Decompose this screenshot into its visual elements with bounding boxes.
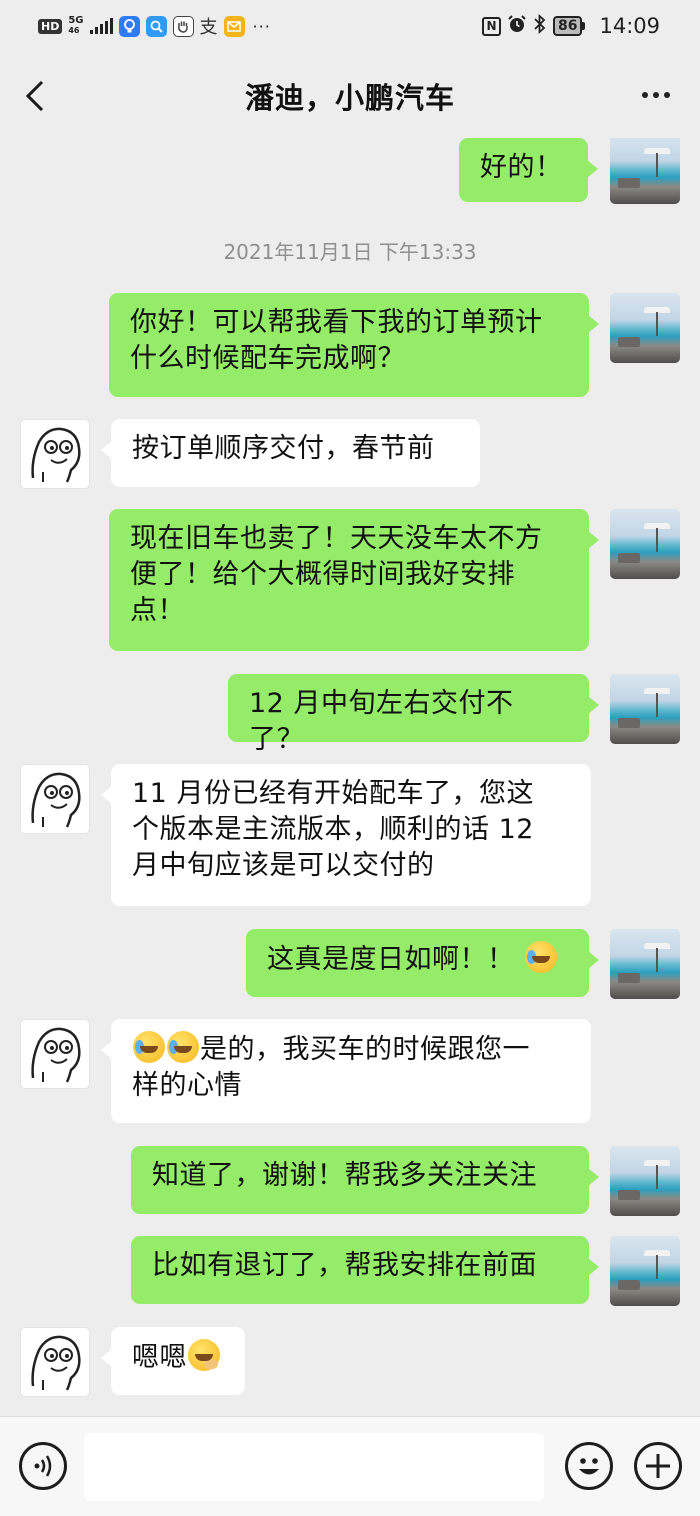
- message-bubble-incoming[interactable]: 嗯嗯: [101, 1327, 245, 1395]
- grin-emoji-icon: [188, 1339, 220, 1371]
- message-bubble-incoming[interactable]: 11 月份已经有开始配车了，您这 个版本是主流版本，顺利的话 12 月中旬应该是…: [101, 764, 591, 906]
- status-bar-left: HD 5G 46 支 ···: [38, 13, 271, 39]
- plus-icon: [646, 1454, 670, 1478]
- message-input[interactable]: [84, 1433, 544, 1501]
- status-bar-right: N 86 14:09: [481, 13, 660, 38]
- dot-icon: [642, 92, 648, 98]
- more-options-button[interactable]: [642, 92, 670, 98]
- message-bubble-incoming[interactable]: 按订单顺序交付，春节前: [101, 419, 480, 487]
- signal-strength-icon: [89, 18, 113, 34]
- chat-title: 潘迪，小鹏汽车: [244, 81, 455, 115]
- crying-face-icon: [167, 1031, 199, 1063]
- voice-icon: [34, 1455, 52, 1477]
- message-text: 月中旬应该是可以交付的: [132, 850, 435, 881]
- message-bubble-incoming[interactable]: 是的，我买车的时候跟您一 样的心情: [101, 1019, 591, 1123]
- message-text: 嗯嗯: [132, 1342, 187, 1373]
- alarm-icon: [507, 14, 527, 38]
- chevron-left-icon: [25, 80, 44, 112]
- cartoon-face-icon: [31, 427, 81, 483]
- battery-icon: 86: [552, 16, 586, 36]
- dot-icon: [664, 92, 670, 98]
- my-avatar[interactable]: [610, 293, 680, 363]
- message-text: 便了！给个大概得时间我好安排: [130, 559, 515, 590]
- network-type: 5G 46: [68, 15, 84, 36]
- message-text: 你好！可以帮我看下我的订单预计: [130, 307, 543, 338]
- message-text: 样的心情: [132, 1070, 242, 1101]
- nfc-icon: N: [481, 16, 501, 36]
- emoji-button[interactable]: [565, 1442, 613, 1490]
- cartoon-face-icon: [31, 1335, 81, 1391]
- crying-face-icon: [133, 1031, 165, 1063]
- contact-avatar[interactable]: [20, 1019, 90, 1089]
- voice-input-button[interactable]: [19, 1442, 67, 1490]
- my-avatar[interactable]: [610, 929, 680, 999]
- crying-face-icon: [524, 941, 557, 973]
- message-text: 什么时候配车完成啊？: [130, 343, 405, 374]
- bulb-icon: [118, 15, 140, 37]
- contact-avatar[interactable]: [20, 419, 90, 489]
- battery-level: 86: [552, 16, 583, 36]
- message-bubble-outgoing[interactable]: 比如有退订了，帮我安排在前面: [131, 1236, 599, 1304]
- cartoon-face-icon: [31, 772, 81, 828]
- message-text: 好的！: [480, 152, 563, 183]
- message-text: 12 月中旬左右交付不了？: [249, 688, 514, 755]
- message-bubble-outgoing[interactable]: 知道了，谢谢！帮我多关注关注: [131, 1146, 599, 1214]
- message-text: 是的，我买车的时候跟您一: [200, 1034, 530, 1065]
- message-text: 知道了，谢谢！帮我多关注关注: [152, 1160, 537, 1191]
- bluetooth-icon: [533, 13, 547, 38]
- contact-avatar[interactable]: [20, 1327, 90, 1397]
- message-text: 个版本是主流版本，顺利的话 12: [132, 814, 534, 845]
- back-button[interactable]: [20, 78, 50, 114]
- message-text: 点！: [130, 595, 185, 626]
- message-list[interactable]: 好的！ 2021年11月1日 下午13:33 你好！可以帮我看下我的订单预计 什…: [0, 138, 700, 1416]
- alipay-icon: 支: [199, 17, 218, 38]
- message-text: 11 月份已经有开始配车了，您这: [132, 778, 534, 809]
- my-avatar[interactable]: [610, 138, 680, 204]
- cartoon-face-icon: [31, 1027, 81, 1083]
- mail-icon: [223, 15, 245, 37]
- message-bubble-outgoing[interactable]: 12 月中旬左右交付不了？: [228, 674, 599, 755]
- hand-icon: [172, 15, 194, 37]
- contact-avatar[interactable]: [20, 764, 90, 834]
- chat-header: 潘迪，小鹏汽车: [0, 52, 700, 138]
- message-text: 现在旧车也卖了！天天没车太不方: [130, 523, 543, 554]
- my-avatar[interactable]: [610, 674, 680, 744]
- message-bubble-outgoing[interactable]: 你好！可以帮我看下我的订单预计 什么时候配车完成啊？: [109, 293, 599, 397]
- input-bar: [0, 1416, 700, 1516]
- my-avatar[interactable]: [610, 509, 680, 579]
- message-bubble-outgoing[interactable]: 好的！: [459, 138, 598, 202]
- more-functions-button[interactable]: [634, 1442, 682, 1490]
- clock: 14:09: [599, 14, 660, 38]
- message-text: 这真是度日如啊！！: [267, 944, 515, 975]
- smiley-icon: [579, 1458, 599, 1475]
- dot-icon: [653, 92, 659, 98]
- status-bar: HD 5G 46 支 ··· N 86 14:09: [0, 0, 700, 52]
- search-app-icon: [145, 15, 167, 37]
- timestamp: 2021年11月1日 下午13:33: [223, 240, 477, 264]
- my-avatar[interactable]: [610, 1146, 680, 1216]
- message-bubble-outgoing[interactable]: 现在旧车也卖了！天天没车太不方 便了！给个大概得时间我好安排 点！: [109, 509, 599, 651]
- message-text: 比如有退订了，帮我安排在前面: [152, 1250, 537, 1281]
- my-avatar[interactable]: [610, 1236, 680, 1306]
- message-bubble-outgoing[interactable]: 这真是度日如啊！！: [246, 929, 599, 997]
- message-text: 按订单顺序交付，春节前: [132, 433, 435, 464]
- more-notifications-icon: ···: [252, 16, 271, 36]
- hd-indicator: HD: [38, 18, 63, 34]
- chat-screen: HD 5G 46 支 ··· N 86 14:09 潘迪，小鹏汽车 好的！ 20…: [0, 0, 700, 1516]
